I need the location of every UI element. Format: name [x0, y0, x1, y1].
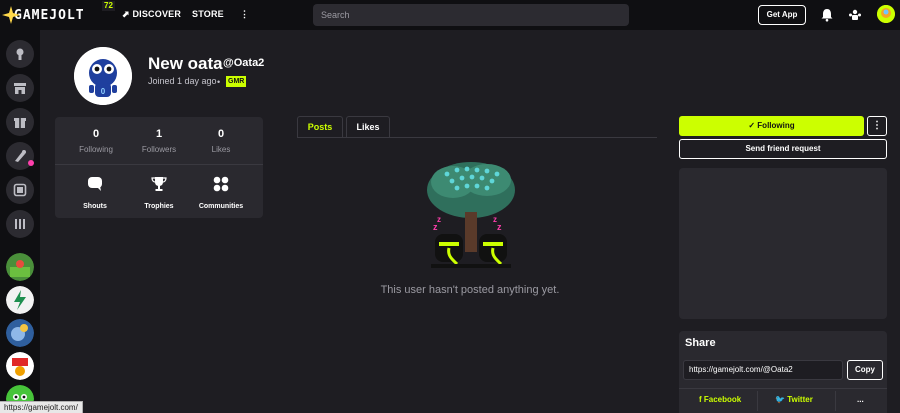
- empty-state-message: This user hasn't posted anything yet.: [380, 284, 560, 296]
- separator-dot: •: [217, 77, 221, 87]
- stat-likes: 0 Likes: [211, 128, 231, 154]
- communities-button[interactable]: Communities: [191, 176, 251, 210]
- stat-following[interactable]: 0 Following: [66, 128, 126, 154]
- community-3-icon: [6, 319, 34, 347]
- logo-text: GAMEJOLT: [14, 7, 85, 23]
- svg-text:z: z: [493, 215, 497, 224]
- stat-followers[interactable]: 1 Followers: [129, 128, 189, 154]
- community-1-icon: [6, 253, 34, 281]
- left-rail: [0, 30, 40, 413]
- share-divider: [757, 391, 758, 411]
- nav-discover[interactable]: ⬈ DISCOVER: [122, 9, 181, 20]
- rail-activity-button[interactable]: [6, 40, 34, 68]
- rail-library-button[interactable]: [6, 108, 34, 136]
- rail-community-4[interactable]: [6, 352, 34, 380]
- backpack-icon: [15, 219, 25, 229]
- joined-date: Joined 1 day ago: [148, 76, 217, 86]
- share-title: Share: [685, 337, 716, 349]
- profile-avatar[interactable]: 0: [74, 47, 132, 105]
- collection-icon: [13, 183, 27, 197]
- nav-more-icon[interactable]: ⋮: [240, 9, 249, 20]
- compass-icon: ⬈: [122, 9, 133, 19]
- rail-backpack-button[interactable]: [6, 210, 34, 238]
- bell-icon[interactable]: [820, 8, 834, 22]
- share-twitter-link[interactable]: 🐦 Twitter: [775, 395, 813, 404]
- quest-icon: [15, 150, 26, 162]
- friends-icon[interactable]: [848, 8, 862, 22]
- share-links: f Facebook 🐦 Twitter ...: [679, 388, 887, 411]
- share-url-field[interactable]: https://gamejolt.com/@Oata2: [683, 360, 843, 380]
- username: @Oata2: [223, 57, 265, 69]
- rail-community-2[interactable]: [6, 286, 34, 314]
- store-icon: [14, 83, 26, 94]
- sleeping-under-tree-illustration: z z z z: [427, 162, 515, 268]
- svg-text:z: z: [437, 215, 441, 224]
- trophies-button[interactable]: Trophies: [129, 176, 189, 210]
- stats-divider: [55, 164, 263, 165]
- search-input[interactable]: Search: [313, 4, 629, 26]
- svg-text:z: z: [497, 222, 502, 232]
- notification-count-badge: 72: [102, 1, 115, 11]
- tab-posts[interactable]: Posts: [297, 116, 343, 138]
- rail-community-3[interactable]: [6, 319, 34, 347]
- trophy-icon: [151, 177, 167, 191]
- quest-notification-dot: [28, 160, 34, 166]
- check-icon: ✓: [748, 121, 758, 130]
- tabs-underline: [297, 137, 657, 138]
- twitter-icon: 🐦: [775, 395, 788, 404]
- communities-icon: [213, 176, 229, 192]
- chat-bubble-icon: [88, 177, 102, 191]
- following-button[interactable]: ✓ Following: [679, 116, 864, 136]
- user-avatar[interactable]: [877, 5, 895, 23]
- svg-text:0: 0: [101, 87, 106, 96]
- rail-store-button[interactable]: [6, 74, 34, 102]
- send-friend-request-button[interactable]: Send friend request: [679, 139, 887, 159]
- share-divider: [835, 391, 836, 411]
- rail-community-1[interactable]: [6, 253, 34, 281]
- status-bar-url: https://gamejolt.com/: [0, 401, 83, 413]
- more-options-icon[interactable]: ⋮: [867, 116, 887, 136]
- gmr-badge: GMR: [226, 76, 247, 87]
- get-app-button[interactable]: Get App: [758, 5, 806, 25]
- top-bar: GAMEJOLT 72 ⬈ DISCOVER STORE ⋮ Search Ge…: [0, 0, 900, 30]
- shouts-button[interactable]: Shouts: [65, 176, 125, 210]
- activity-icon: [16, 48, 24, 60]
- rail-collection-button[interactable]: [6, 176, 34, 204]
- share-card: Share https://gamejolt.com/@Oata2 Copy f…: [679, 331, 887, 413]
- nav-store[interactable]: STORE: [192, 9, 224, 19]
- logo-sparkle-icon: [2, 6, 20, 24]
- share-facebook-link[interactable]: f Facebook: [699, 395, 741, 404]
- community-4-icon: [6, 352, 34, 380]
- ad-placeholder: [679, 168, 887, 319]
- gamejolt-logo[interactable]: GAMEJOLT 72: [2, 1, 115, 26]
- tab-likes[interactable]: Likes: [346, 116, 390, 138]
- share-more-icon[interactable]: ...: [857, 395, 864, 404]
- community-2-icon: [6, 286, 34, 314]
- copy-button[interactable]: Copy: [847, 360, 883, 380]
- display-name: New oata: [148, 54, 223, 73]
- stats-card: 0 Following 1 Followers 0 Likes Shouts T…: [55, 117, 263, 218]
- gift-icon: [14, 118, 26, 128]
